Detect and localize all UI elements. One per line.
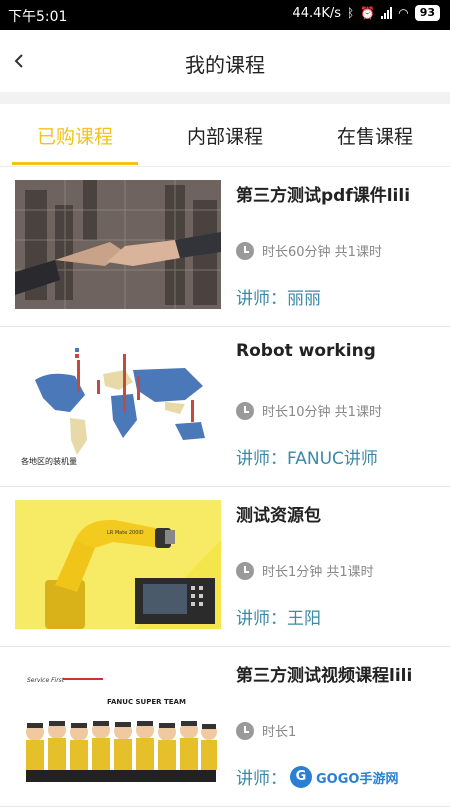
header-divider [0, 92, 450, 104]
course-duration: 时长1 [262, 725, 297, 740]
page-title: 我的课程 [185, 53, 265, 77]
course-duration: 时长60分钟 共1课时 [262, 245, 382, 260]
status-icons: 44.4K/s ᛒ ⏰ ◠ 93 [292, 5, 440, 21]
network-speed: 44.4K/s [292, 5, 342, 21]
clock-icon [236, 561, 254, 580]
app-header: 我的课程 [0, 30, 450, 92]
course-title: 第三方测试pdf课件lili [236, 186, 411, 206]
team-label: FANUC SUPER TEAM [107, 698, 186, 706]
tab-purchased[interactable]: 已购课程 [0, 122, 150, 149]
course-thumbnail: Service First FANUC SUPER TEAM [15, 660, 221, 789]
course-title: Robot working [236, 341, 376, 361]
course-list: 第三方测试pdf课件lili 时长60分钟 共1课时 讲师：丽丽 各地区的装机量… [0, 167, 450, 807]
battery-icon: 93 [414, 5, 440, 21]
course-thumbnail: LR Mate 200iD [15, 500, 221, 629]
course-teacher: 讲师：FANUC讲师 [236, 449, 378, 469]
watermark-text: GOGO手游网 [316, 771, 399, 787]
clock-icon [236, 401, 254, 420]
course-thumbnail [15, 180, 221, 309]
service-label: Service First [27, 677, 65, 684]
clock-icon [236, 241, 254, 260]
status-time: 下午5:01 [8, 9, 68, 25]
status-bar: 下午5:01 44.4K/s ᛒ ⏰ ◠ 93 [0, 0, 450, 30]
course-meta: 时长1分钟 共1课时 [236, 561, 374, 580]
course-teacher: 讲师： [236, 769, 287, 789]
team-cartoon-image: Service First FANUC SUPER TEAM [15, 660, 221, 789]
robot-arm-image: LR Mate 200iD [15, 500, 221, 629]
alarm-icon: ⏰ [360, 6, 376, 20]
wifi-icon: ◠ [398, 6, 409, 20]
course-meta: 时长1 [236, 721, 296, 740]
course-duration: 时长1分钟 共1课时 [262, 565, 374, 580]
tab-internal[interactable]: 内部课程 [150, 122, 300, 149]
course-teacher: 讲师：丽丽 [236, 289, 321, 309]
course-duration: 时长10分钟 共1课时 [262, 405, 382, 420]
watermark: G GOGO手游网 [290, 766, 398, 788]
bluetooth-icon: ᛒ [347, 6, 355, 20]
tab-on-sale[interactable]: 在售课程 [300, 122, 450, 149]
course-item[interactable]: LR Mate 200iD 测试资源包 时长1分钟 共1课时 讲师：王阳 [0, 487, 450, 647]
course-teacher: 讲师：王阳 [236, 609, 321, 629]
handshake-image [15, 180, 221, 309]
world-map-image: 各地区的装机量 [15, 340, 221, 469]
course-item[interactable]: 第三方测试pdf课件lili 时长60分钟 共1课时 讲师：丽丽 [0, 167, 450, 327]
signal-icon [381, 7, 393, 19]
course-title: 第三方测试视频课程lili [236, 666, 413, 686]
course-thumbnail: 各地区的装机量 [15, 340, 221, 469]
course-meta: 时长10分钟 共1课时 [236, 401, 382, 420]
active-tab-indicator [12, 162, 138, 165]
robot-model-label: LR Mate 200iD [107, 530, 144, 536]
watermark-logo-icon: G [290, 766, 312, 788]
map-caption: 各地区的装机量 [21, 456, 77, 466]
course-item[interactable]: 各地区的装机量 Robot working 时长10分钟 共1课时 讲师：FAN… [0, 327, 450, 487]
course-tabs: 已购课程 内部课程 在售课程 [0, 104, 450, 167]
course-title: 测试资源包 [236, 506, 321, 526]
course-meta: 时长60分钟 共1课时 [236, 241, 382, 260]
clock-icon [236, 721, 254, 740]
